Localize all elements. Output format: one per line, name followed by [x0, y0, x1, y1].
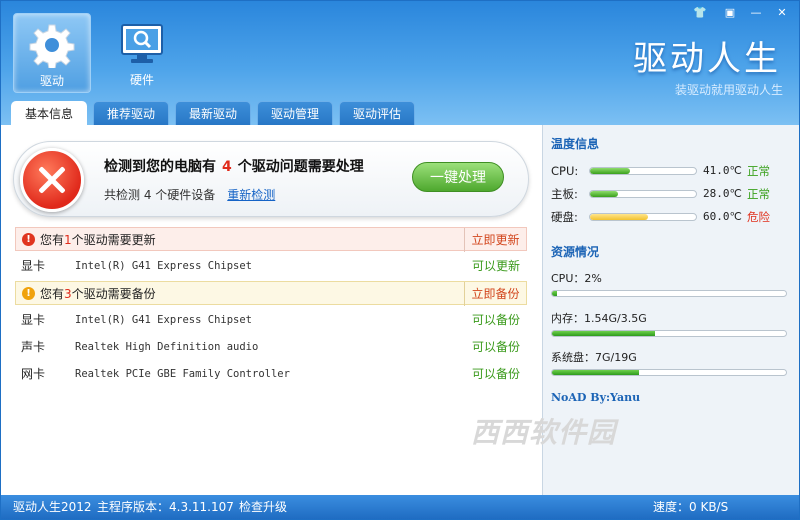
row-action-link[interactable]: 可以备份 — [465, 335, 527, 359]
device-name: Intel(R) G41 Express Chipset — [75, 314, 253, 326]
update-header-post: 个驱动需要更新 — [71, 233, 156, 247]
skin-icon[interactable]: 👕 — [691, 5, 709, 21]
temp-bar — [589, 213, 697, 221]
alert-title-pre: 检测到您的电脑有 — [104, 159, 216, 175]
resource-fill — [552, 370, 639, 375]
table-row: 显卡 Intel(R) G41 Express Chipset 可以备份 — [15, 308, 527, 332]
temp-row-motherboard: 主板: 28.0℃ 正常 — [551, 185, 796, 203]
row-action-link[interactable]: 可以备份 — [465, 308, 527, 332]
warning-icon: ! — [22, 287, 35, 300]
brand-title: 驱动人生 — [633, 39, 781, 79]
temp-status: 危险 — [747, 210, 770, 224]
update-section-header: ! 您有1个驱动需要更新 立即更新 — [15, 227, 527, 252]
status-bar: 驱动人生2012 主程序版本：4.3.11.107 检查升级 速度：0 KB/S — [1, 495, 799, 519]
temp-status: 正常 — [747, 164, 770, 178]
tab-latest-drivers[interactable]: 最新驱动 — [175, 101, 251, 125]
resource-memory: 内存：1.54G/3.5G — [551, 310, 787, 337]
nav-hardware-button[interactable]: 硬件 — [103, 13, 181, 93]
watermark: 西西软件园 — [471, 416, 617, 449]
tab-driver-management[interactable]: 驱动管理 — [257, 101, 333, 125]
backup-header-post: 个驱动需要备份 — [71, 287, 156, 301]
app-window: 驱动 硬件 👕 ▣ — ✕ 驱动人生 装驱动就用驱动人生 基本信息 推荐驱动 最… — [0, 0, 800, 520]
temp-label: 主板: — [551, 187, 578, 201]
table-row: 显卡 Intel(R) G41 Express Chipset 可以更新 — [15, 254, 527, 278]
status-speed: 速度：0 KB/S — [653, 500, 729, 514]
resources-title: 资源情况 — [551, 245, 600, 259]
temp-label: CPU: — [551, 164, 579, 178]
temp-value: 28.0℃ — [703, 187, 742, 200]
temp-fill — [590, 191, 618, 197]
temp-value: 60.0℃ — [703, 210, 742, 223]
row-action-link[interactable]: 可以备份 — [465, 362, 527, 386]
tab-basic-info[interactable]: 基本信息 — [11, 101, 87, 125]
backup-header-pre: 您有 — [40, 287, 65, 301]
nav-driver-button[interactable]: 驱动 — [13, 13, 91, 93]
nav-driver-label: 驱动 — [39, 74, 64, 88]
resource-fill — [552, 291, 557, 296]
temp-fill — [590, 214, 649, 220]
temp-label: 硬盘: — [551, 210, 578, 224]
tab-recommended-drivers[interactable]: 推荐驱动 — [93, 101, 169, 125]
temperature-title: 温度信息 — [551, 137, 600, 151]
device-category: 网卡 — [21, 367, 46, 381]
device-category: 显卡 — [21, 259, 46, 273]
device-name: Realtek PCIe GBE Family Controller — [75, 368, 290, 380]
temp-bar — [589, 190, 697, 198]
temp-fill — [590, 168, 631, 174]
main-panel: 检测到您的电脑有 4 个驱动问题需要处理 共检测 4 个硬件设备 重新检测 一键处理 … — [1, 125, 542, 495]
monitor-search-icon — [119, 21, 165, 67]
table-row: 网卡 Realtek PCIe GBE Family Controller 可以… — [15, 362, 527, 386]
resource-system-disk: 系统盘：7G/19G — [551, 349, 787, 376]
temp-row-cpu: CPU: 41.0℃ 正常 — [551, 162, 796, 180]
temp-row-disk: 硬盘: 60.0℃ 危险 — [551, 208, 796, 226]
device-category: 显卡 — [21, 313, 46, 327]
rescan-link[interactable]: 重新检测 — [227, 188, 275, 202]
device-name: Intel(R) G41 Express Chipset — [75, 260, 253, 272]
alert-title: 检测到您的电脑有 4 个驱动问题需要处理 — [104, 156, 364, 176]
backup-section-header: ! 您有3个驱动需要备份 立即备份 — [15, 281, 527, 306]
resource-bar — [551, 369, 787, 376]
backup-now-button[interactable]: 立即备份 — [464, 282, 526, 306]
tab-driver-evaluation[interactable]: 驱动评估 — [339, 101, 415, 125]
check-update-link[interactable]: 检查升级 — [239, 495, 287, 519]
update-now-button[interactable]: 立即更新 — [464, 228, 526, 252]
resource-cpu: CPU：2% — [551, 270, 787, 297]
row-action-link[interactable]: 可以更新 — [465, 254, 527, 278]
status-version: 主程序版本：4.3.11.107 — [97, 500, 234, 514]
minimize-icon[interactable]: — — [747, 5, 765, 21]
alert-summary: 共检测 4 个硬件设备 重新检测 — [104, 186, 275, 203]
backup-count: 3 — [64, 287, 72, 301]
one-click-fix-button[interactable]: 一键处理 — [412, 162, 504, 192]
gear-icon — [29, 22, 75, 70]
update-count: 1 — [64, 233, 72, 247]
resource-label: 系统盘：7G/19G — [551, 351, 637, 364]
header: 驱动 硬件 👕 ▣ — ✕ 驱动人生 装驱动就用驱动人生 基本信息 推荐驱动 最… — [1, 1, 799, 125]
problem-alert: 检测到您的电脑有 4 个驱动问题需要处理 共检测 4 个硬件设备 重新检测 一键处理 — [13, 141, 529, 217]
device-name: Realtek High Definition audio — [75, 341, 259, 353]
resource-bar — [551, 290, 787, 297]
close-icon[interactable]: ✕ — [773, 5, 791, 21]
nav-hardware-label: 硬件 — [129, 73, 154, 87]
table-row: 声卡 Realtek High Definition audio 可以备份 — [15, 335, 527, 359]
warning-icon: ! — [22, 233, 35, 246]
scan-summary: 共检测 4 个硬件设备 — [104, 188, 216, 202]
temp-status: 正常 — [747, 187, 770, 201]
error-icon — [20, 148, 84, 212]
tab-bar: 基本信息 推荐驱动 最新驱动 驱动管理 驱动评估 — [11, 101, 421, 125]
device-category: 声卡 — [21, 340, 46, 354]
menu-icon[interactable]: ▣ — [721, 5, 739, 21]
resource-bar — [551, 330, 787, 337]
signature: NoAD By:Yanu — [551, 391, 641, 404]
temp-value: 41.0℃ — [703, 164, 742, 177]
problem-count: 4 — [222, 159, 232, 175]
alert-title-post: 个驱动问题需要处理 — [237, 159, 364, 175]
resource-label: CPU：2% — [551, 272, 602, 285]
brand-slogan: 装驱动就用驱动人生 — [674, 83, 783, 97]
update-header-pre: 您有 — [40, 233, 65, 247]
temp-bar — [589, 167, 697, 175]
status-app-name: 驱动人生2012 — [13, 500, 92, 514]
resource-label: 内存：1.54G/3.5G — [551, 312, 647, 325]
resource-fill — [552, 331, 655, 336]
